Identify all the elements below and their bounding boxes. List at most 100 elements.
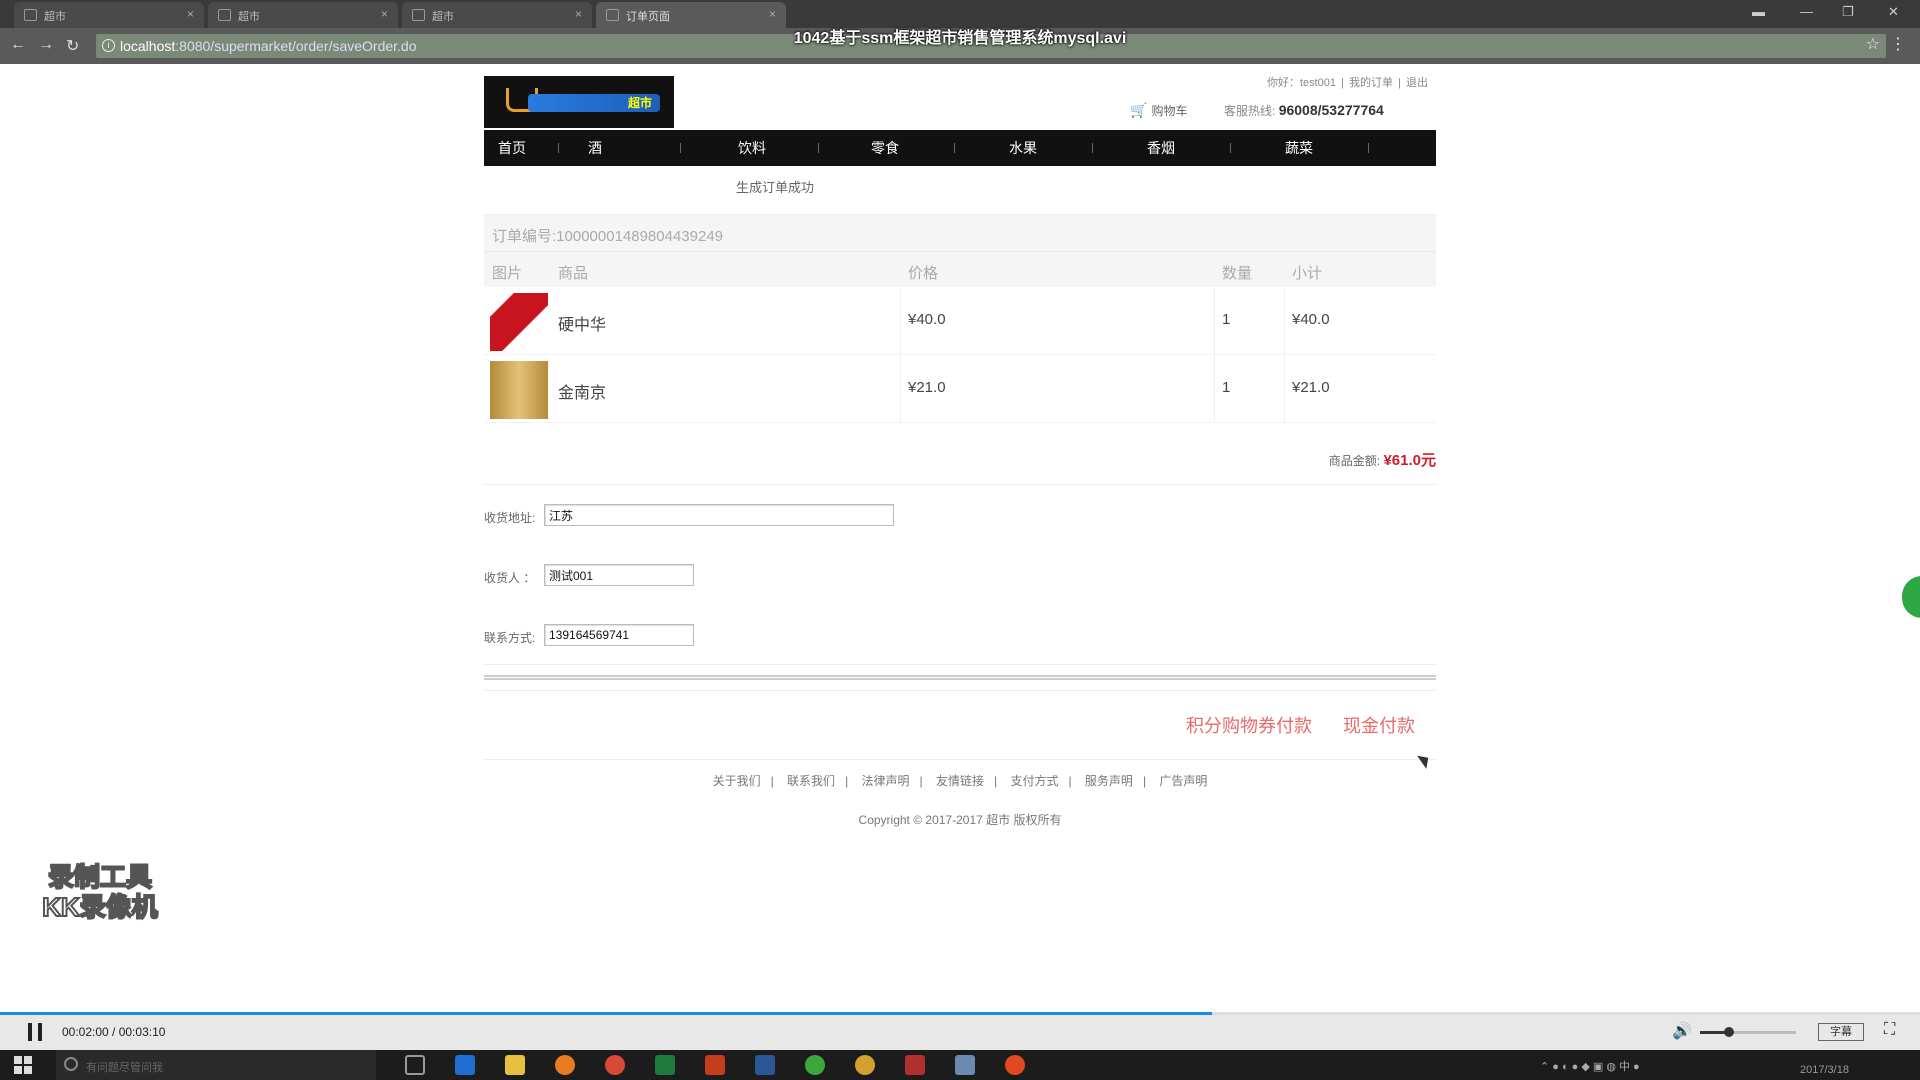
word-icon[interactable] xyxy=(755,1055,775,1075)
nav-item-wine[interactable]: 酒 xyxy=(560,130,630,166)
footer-link-contact[interactable]: 联系我们 xyxy=(787,774,835,788)
browser-tab[interactable]: 超市 × xyxy=(14,2,204,28)
app-icon[interactable] xyxy=(905,1055,925,1075)
browser-tab[interactable]: 超市 × xyxy=(208,2,398,28)
receiver-input[interactable] xyxy=(544,564,694,586)
address-input[interactable] xyxy=(544,504,894,526)
hotline: 客服热线: 96008/53277764 xyxy=(1224,102,1384,119)
divider-double xyxy=(484,675,1436,680)
cart-link[interactable]: 🛒 购物车 xyxy=(1130,102,1187,119)
footer-link-friends[interactable]: 友情链接 xyxy=(936,774,984,788)
nav-item-snacks[interactable]: 零食 xyxy=(820,130,950,166)
shopping-cart-icon: 🛒 xyxy=(1130,102,1148,118)
reload-icon[interactable]: ↻ xyxy=(66,36,79,56)
tab-label: 超市 xyxy=(44,11,66,23)
windows-start-icon[interactable] xyxy=(14,1056,32,1074)
wechat-icon[interactable] xyxy=(805,1055,825,1075)
column-header: 图片 xyxy=(492,265,523,282)
copyright: Copyright © 2017-2017 超市 版权所有 xyxy=(858,813,1062,827)
receiver-label: 收货人 ： xyxy=(484,571,536,585)
forward-arrow-icon[interactable]: → xyxy=(38,36,54,54)
bookmark-star-icon[interactable]: ☆ xyxy=(1866,34,1880,54)
nav-item-cigarettes[interactable]: 香烟 xyxy=(1094,130,1228,166)
pay-with-points-button[interactable]: 积分购物券付款 xyxy=(1186,712,1312,738)
tab-label: 超市 xyxy=(432,11,454,23)
nav-item-fruit[interactable]: 水果 xyxy=(956,130,1090,166)
window-close-icon[interactable]: ✕ xyxy=(1888,4,1899,20)
minimize-icon[interactable]: — xyxy=(1800,4,1813,19)
app-icon[interactable] xyxy=(955,1055,975,1075)
footer-link-legal[interactable]: 法律声明 xyxy=(862,774,910,788)
nav-separator xyxy=(1368,143,1369,153)
subtitle-button[interactable]: 字幕 xyxy=(1818,1023,1864,1041)
task-view-icon[interactable] xyxy=(405,1055,425,1075)
nav-item-vegetables[interactable]: 蔬菜 xyxy=(1232,130,1366,166)
app-icon[interactable] xyxy=(855,1055,875,1075)
order-number-label: 订单编号: xyxy=(492,228,557,245)
nav-separator xyxy=(818,143,819,153)
footer-link-payment[interactable]: 支付方式 xyxy=(1010,774,1058,788)
column-divider xyxy=(1214,355,1215,422)
tab-label: 订单页面 xyxy=(626,11,670,23)
volume-slider[interactable] xyxy=(1700,1027,1796,1037)
system-tray-icons[interactable]: ⌃ ● ◐ ● ◆ ▣ ◍ 中 ● xyxy=(1540,1058,1640,1074)
page-icon xyxy=(606,9,619,21)
info-icon[interactable]: i xyxy=(102,39,115,52)
product-name[interactable]: 金南京 xyxy=(558,379,606,403)
close-icon[interactable]: × xyxy=(381,7,388,21)
taskbar: 有问题尽管问我 ⌃ ● ◐ ● ◆ ▣ ◍ 中 ● 2017/3/18 xyxy=(0,1050,1920,1080)
site-logo[interactable]: 超市 xyxy=(484,76,674,128)
volume-icon[interactable]: 🔊 xyxy=(1672,1021,1692,1041)
powerpoint-icon[interactable] xyxy=(705,1055,725,1075)
column-divider xyxy=(1284,355,1285,422)
nav-separator xyxy=(1230,143,1231,153)
total-amount: ¥61.0元 xyxy=(1383,452,1436,469)
restore-icon[interactable]: ❐ xyxy=(1842,4,1854,20)
order-table: 订单编号:10000001489804439249 图片 商品 价格 数量 小计… xyxy=(484,214,1436,423)
product-image[interactable] xyxy=(490,293,548,351)
file-explorer-icon[interactable] xyxy=(505,1055,525,1075)
order-total: 商品金额: ¥61.0元 xyxy=(1329,449,1436,470)
footer-link-service[interactable]: 服务声明 xyxy=(1085,774,1133,788)
product-image[interactable] xyxy=(490,361,548,419)
footer-link-about[interactable]: 关于我们 xyxy=(713,774,761,788)
edge-icon[interactable] xyxy=(455,1055,475,1075)
volume-knob[interactable] xyxy=(1723,1027,1734,1037)
close-icon[interactable]: × xyxy=(769,7,776,21)
nav-item-home[interactable]: 首页 xyxy=(484,130,540,166)
divider xyxy=(484,484,1436,485)
address-label: 收货地址: xyxy=(484,511,536,525)
my-orders-link[interactable]: 我的订单 xyxy=(1349,77,1393,89)
close-icon[interactable]: × xyxy=(575,7,582,21)
menu-dots-icon[interactable]: ⋮ xyxy=(1890,34,1906,54)
success-message: 生成订单成功 xyxy=(736,180,815,195)
side-float-button[interactable] xyxy=(1902,576,1920,618)
fullscreen-icon[interactable]: ⛶ xyxy=(1884,1021,1895,1039)
product-quantity: 1 xyxy=(1222,379,1231,396)
pause-icon[interactable] xyxy=(28,1023,42,1041)
main-nav: 首页 酒 饮料 零食 水果 香烟 蔬菜 xyxy=(484,130,1436,166)
pay-cash-button[interactable]: 现金付款 xyxy=(1343,712,1415,738)
product-name[interactable]: 硬中华 xyxy=(558,311,606,335)
close-icon[interactable]: × xyxy=(187,7,194,21)
back-arrow-icon[interactable]: ← xyxy=(10,36,26,54)
nav-item-drinks[interactable]: 饮料 xyxy=(682,130,822,166)
url-path: :8080/supermarket/order/saveOrder.do xyxy=(175,38,417,54)
excel-icon[interactable] xyxy=(655,1055,675,1075)
phone-input[interactable] xyxy=(544,624,694,646)
divider xyxy=(484,759,1436,760)
firefox-icon[interactable] xyxy=(555,1055,575,1075)
user-icon[interactable]: ▬ xyxy=(1752,4,1765,19)
top-user-links: 你好：test001 | 我的订单 | 退出 xyxy=(1266,77,1428,89)
browser-tab[interactable]: 超市 × xyxy=(402,2,592,28)
column-header: 小计 xyxy=(1292,265,1323,282)
footer-link-ads[interactable]: 广告声明 xyxy=(1159,774,1207,788)
chrome-icon[interactable] xyxy=(605,1055,625,1075)
recorder-app-icon[interactable] xyxy=(1005,1055,1025,1075)
watermark-line: KK录像机 xyxy=(41,891,159,923)
tab-label: 超市 xyxy=(238,11,260,23)
logout-link[interactable]: 退出 xyxy=(1406,77,1428,89)
page-icon xyxy=(218,9,231,21)
taskbar-search[interactable]: 有问题尽管问我 xyxy=(56,1050,376,1080)
taskbar-date: 2017/3/18 xyxy=(1800,1064,1849,1076)
